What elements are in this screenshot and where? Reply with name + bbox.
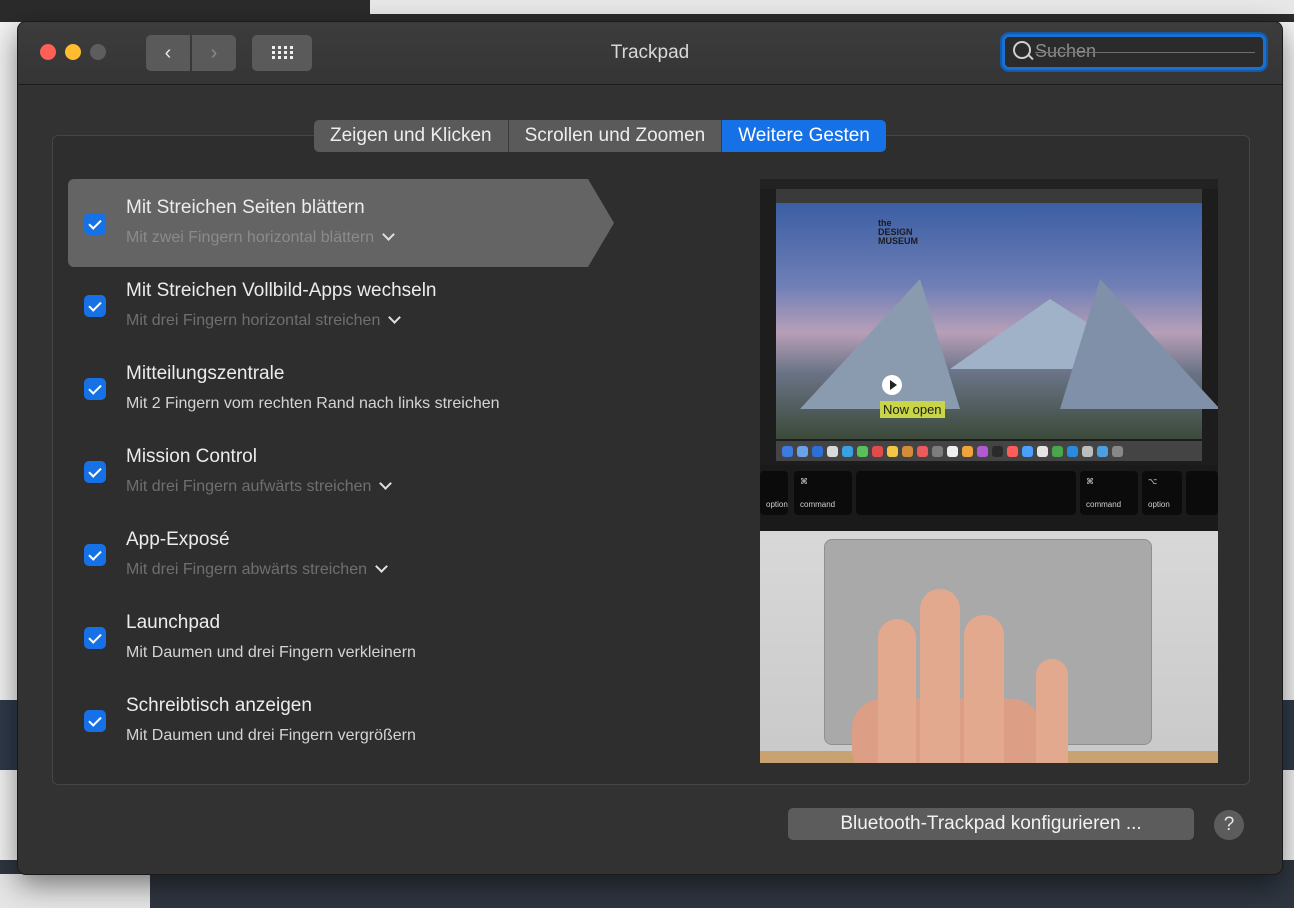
tab-zeigen-und-klicken[interactable]: Zeigen und Klicken xyxy=(314,120,509,152)
gesture-preview-video: the DESIGN MUSEUM Now open option ⌘ comma… xyxy=(760,179,1218,763)
gesture-description: Mit 2 Fingern vom rechten Rand nach link… xyxy=(126,395,500,412)
gesture-description: Mit Daumen und drei Fingern vergrößern xyxy=(126,727,416,744)
gesture-title: App-Exposé xyxy=(126,529,230,550)
now-open-banner: Now open xyxy=(880,401,945,418)
checkbox-vollbild-apps[interactable] xyxy=(84,295,106,317)
chevron-down-icon xyxy=(382,228,395,241)
trackpad-preferences-window: ‹ › Trackpad Suchen Zeigen und Klicken S… xyxy=(18,22,1282,874)
checkbox-app-expose[interactable] xyxy=(84,544,106,566)
gesture-title: Mit Streichen Seiten blättern xyxy=(126,197,365,218)
preview-keyboard: option ⌘ command ⌘ command ⌥ option xyxy=(760,465,1218,531)
search-icon xyxy=(1013,41,1031,59)
tab-bar: Zeigen und Klicken Scrollen und Zoomen W… xyxy=(314,120,886,152)
background-window-right xyxy=(1280,22,1294,908)
gesture-title: Launchpad xyxy=(126,612,221,633)
museum-logo: the DESIGN MUSEUM xyxy=(878,218,918,246)
titlebar: ‹ › Trackpad Suchen xyxy=(18,22,1282,85)
gesture-description: Mit Daumen und drei Fingern verkleinern xyxy=(126,644,416,661)
gesture-title: Mission Control xyxy=(126,446,257,467)
checkbox-launchpad[interactable] xyxy=(84,627,106,649)
checkbox-mission-control[interactable] xyxy=(84,461,106,483)
tab-scrollen-und-zoomen[interactable]: Scrollen und Zoomen xyxy=(508,120,723,152)
gesture-title: Mitteilungszentrale xyxy=(126,363,285,384)
gesture-title: Schreibtisch anzeigen xyxy=(126,695,312,716)
gesture-item-mitteilungszentrale[interactable]: Mitteilungszentrale Mit 2 Fingern vom re… xyxy=(68,345,628,427)
checkbox-seiten-blaettern[interactable] xyxy=(84,213,106,235)
gesture-item-vollbild-apps[interactable]: Mit Streichen Vollbild-Apps wechseln Mit… xyxy=(68,262,628,344)
gesture-option-dropdown[interactable]: Mit drei Fingern aufwärts streichen xyxy=(126,477,393,496)
gesture-option-dropdown[interactable]: Mit zwei Fingern horizontal blättern xyxy=(126,228,395,247)
gesture-item-app-expose[interactable]: App-Exposé Mit drei Fingern abwärts stre… xyxy=(68,511,628,593)
gesture-title: Mit Streichen Vollbild-Apps wechseln xyxy=(126,280,437,301)
gesture-item-mission-control[interactable]: Mission Control Mit drei Fingern aufwärt… xyxy=(68,428,628,510)
background-menubar xyxy=(0,0,1294,22)
preview-dock xyxy=(776,441,1202,461)
help-button[interactable]: ? xyxy=(1214,810,1244,840)
checkbox-mitteilungszentrale[interactable] xyxy=(84,378,106,400)
play-icon xyxy=(882,375,902,395)
gesture-item-schreibtisch[interactable]: Schreibtisch anzeigen Mit Daumen und dre… xyxy=(68,677,628,759)
tab-weitere-gesten[interactable]: Weitere Gesten xyxy=(722,120,886,152)
selection-highlight xyxy=(68,179,614,267)
preview-screen: the DESIGN MUSEUM Now open xyxy=(760,179,1218,465)
gesture-item-launchpad[interactable]: Launchpad Mit Daumen und drei Fingern ve… xyxy=(68,594,628,676)
gesture-option-dropdown[interactable]: Mit drei Fingern horizontal streichen xyxy=(126,311,402,330)
gesture-item-seiten-blaettern[interactable]: Mit Streichen Seiten blättern Mit zwei F… xyxy=(68,179,628,267)
chevron-down-icon xyxy=(388,311,402,324)
search-field[interactable]: Suchen xyxy=(1002,34,1266,70)
checkbox-schreibtisch[interactable] xyxy=(84,710,106,732)
background-window-left xyxy=(0,22,20,908)
bluetooth-trackpad-button[interactable]: Bluetooth-Trackpad konfigurieren ... xyxy=(788,808,1194,840)
chevron-down-icon xyxy=(375,560,388,573)
chevron-down-icon xyxy=(379,477,393,490)
gesture-option-dropdown[interactable]: Mit drei Fingern abwärts streichen xyxy=(126,560,388,579)
